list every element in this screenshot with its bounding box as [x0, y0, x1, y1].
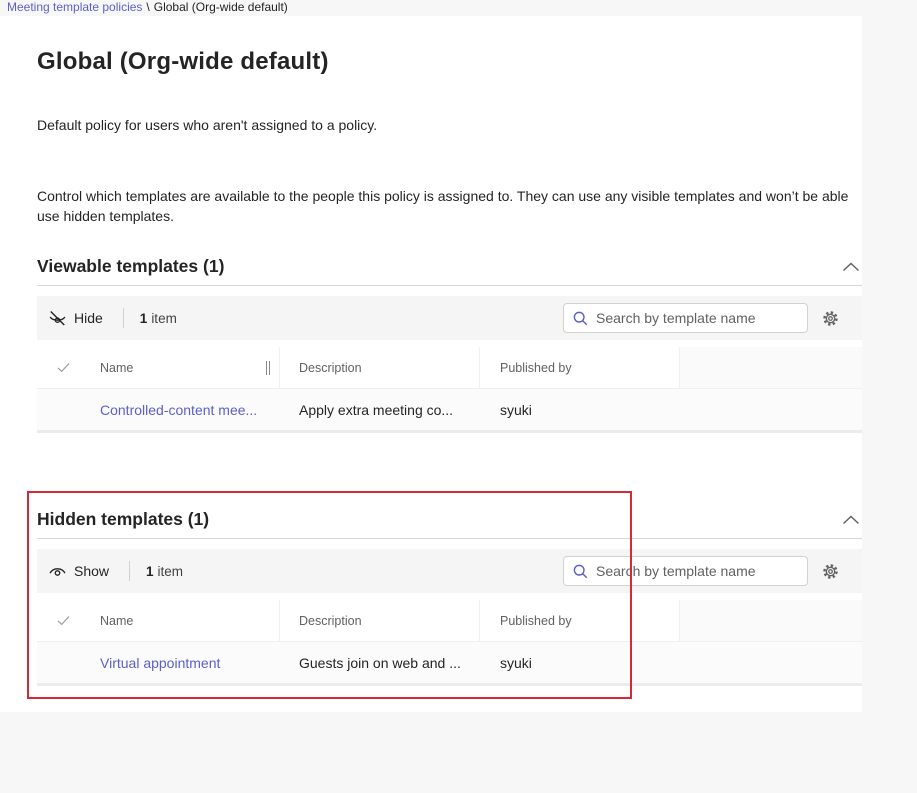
hidden-table-header: Name Description Published by [37, 600, 862, 642]
hidden-section-title: Hidden templates (1) [37, 509, 210, 529]
table-row[interactable]: Controlled-content mee... Apply extra me… [37, 389, 862, 433]
column-header-published-by-label: Published by [500, 360, 572, 375]
viewable-item-count: 1 item [140, 311, 177, 326]
hide-button-label: Hide [74, 310, 103, 326]
breadcrumb-parent-link[interactable]: Meeting template policies [7, 0, 142, 14]
column-header-published-by[interactable]: Published by [480, 347, 680, 388]
column-header-description-label: Description [299, 360, 362, 375]
page-title: Global (Org-wide default) [37, 48, 329, 75]
eye-icon [48, 562, 67, 581]
column-header-filler [680, 600, 862, 641]
template-description: Guests join on web and ... [299, 654, 461, 671]
breadcrumb-current: Global (Org-wide default) [153, 0, 288, 14]
viewable-table-header: Name Description Published by [37, 347, 862, 389]
hidden-settings-button[interactable] [821, 562, 840, 581]
gear-icon [821, 562, 840, 581]
column-header-name[interactable]: Name [90, 347, 280, 388]
viewable-search-box [563, 303, 808, 333]
column-resize-handle[interactable] [266, 360, 270, 375]
toolbar-divider [122, 308, 124, 328]
search-icon [572, 310, 589, 327]
gear-icon [821, 309, 840, 328]
template-description: Apply extra meeting co... [299, 401, 454, 418]
select-all-checkbox[interactable] [37, 347, 90, 388]
table-row[interactable]: Virtual appointment Guests join on web a… [37, 642, 862, 686]
column-header-description[interactable]: Description [280, 347, 480, 388]
template-name-link[interactable]: Controlled-content mee... [100, 402, 257, 418]
template-published-by: syuki [500, 401, 532, 418]
page-description: Control which templates are available to… [37, 186, 873, 226]
column-header-description-label: Description [299, 613, 362, 628]
row-checkbox[interactable] [37, 642, 90, 683]
page-description-line1: Control which templates are available to… [37, 188, 849, 204]
viewable-section-titlebar: Viewable templates (1) [37, 248, 862, 286]
search-icon [572, 563, 589, 580]
page-description-line2: use hidden templates. [37, 208, 174, 224]
column-header-description[interactable]: Description [280, 600, 480, 641]
item-count-unit: item [157, 563, 184, 579]
column-header-name[interactable]: Name [90, 600, 280, 641]
show-button-label: Show [74, 563, 110, 579]
column-header-name-label: Name [100, 360, 134, 375]
breadcrumb: Meeting template policies \ Global (Org-wi… [7, 0, 288, 16]
item-count-number: 1 [139, 310, 148, 326]
row-checkbox[interactable] [37, 389, 90, 430]
template-published-by: syuki [500, 654, 532, 671]
check-icon [57, 362, 70, 373]
hidden-search-input[interactable] [596, 563, 799, 579]
show-button[interactable]: Show [48, 562, 109, 581]
column-header-filler [680, 347, 862, 388]
section-viewable-templates: Viewable templates (1) Hide 1 item Searc… [37, 248, 862, 433]
meeting-template-policy-page: Meeting template policies \ Global (Org-wi… [0, 0, 917, 793]
chevron-up-icon [842, 514, 860, 526]
viewable-settings-button[interactable] [821, 309, 840, 328]
hidden-section-titlebar: Hidden templates (1) [37, 501, 862, 539]
page-subtitle: Default policy for users who aren't assi… [37, 117, 378, 133]
eye-off-icon [48, 309, 67, 328]
hidden-search-box [563, 556, 808, 586]
column-header-published-by[interactable]: Published by [480, 600, 680, 641]
hidden-collapse-button[interactable] [840, 512, 862, 528]
hidden-templates-table: Name Description Published by Virtual ap… [37, 600, 862, 686]
viewable-templates-table: Name Description Published by Controlled… [37, 347, 862, 433]
select-all-checkbox[interactable] [37, 600, 90, 641]
section-hidden-templates: Hidden templates (1) Show 1 item Search … [37, 501, 862, 686]
breadcrumb-separator: \ [146, 0, 150, 14]
chevron-up-icon [842, 261, 860, 273]
column-header-name-label: Name [100, 613, 134, 628]
item-count-number: 1 [146, 563, 154, 579]
hidden-toolbar: Show 1 item [37, 549, 862, 593]
hidden-item-count: 1 item [146, 564, 183, 579]
item-count-unit: item [151, 310, 177, 326]
column-header-published-by-label: Published by [500, 613, 572, 628]
hide-button[interactable]: Hide [48, 309, 103, 328]
viewable-section-title: Viewable templates (1) [37, 256, 225, 276]
toolbar-divider [129, 561, 131, 581]
template-name-link[interactable]: Virtual appointment [100, 655, 220, 671]
viewable-collapse-button[interactable] [840, 259, 862, 275]
viewable-search-input[interactable] [596, 310, 799, 326]
check-icon [57, 615, 70, 626]
viewable-toolbar: Hide 1 item [37, 296, 862, 340]
